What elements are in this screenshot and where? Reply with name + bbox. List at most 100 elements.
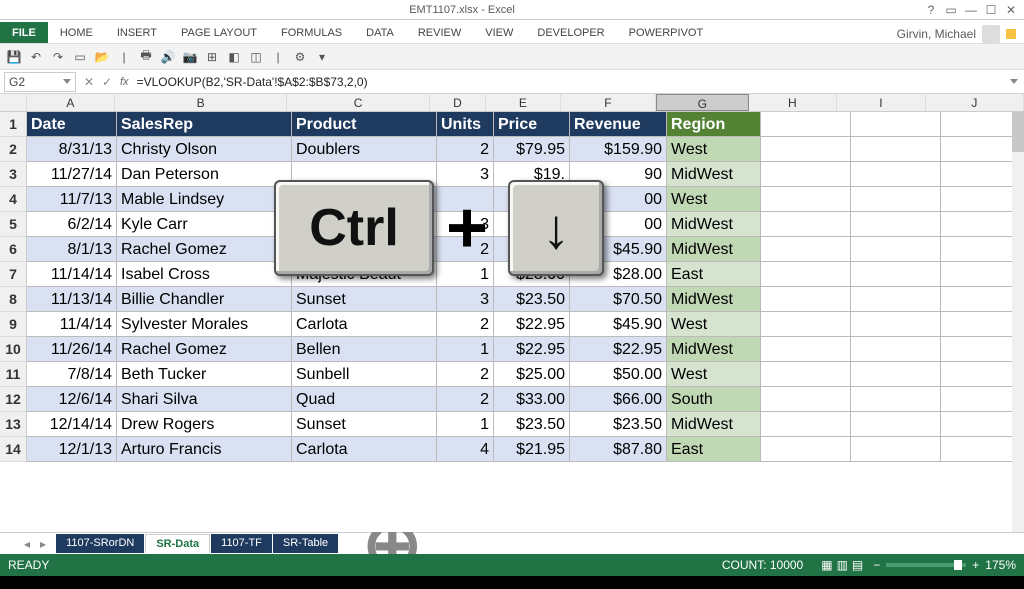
cancel-formula-icon[interactable]: ✕ bbox=[80, 75, 98, 89]
cell[interactable]: Sylvester Morales bbox=[117, 312, 292, 337]
tab-review[interactable]: REVIEW bbox=[406, 22, 473, 43]
cell[interactable]: 1 bbox=[437, 337, 494, 362]
cell[interactable]: 6/2/14 bbox=[27, 212, 117, 237]
cell[interactable]: $70.50 bbox=[570, 287, 667, 312]
cell[interactable]: 12/6/14 bbox=[27, 387, 117, 412]
cell[interactable]: $45.90 bbox=[570, 312, 667, 337]
tab-powerpivot[interactable]: POWERPIVOT bbox=[617, 22, 716, 43]
header-cell[interactable]: Region bbox=[667, 112, 761, 137]
tab-file[interactable]: FILE bbox=[0, 22, 48, 43]
cell[interactable]: West bbox=[667, 187, 761, 212]
formula-input[interactable]: =VLOOKUP(B2,'SR-Data'!$A$2:$B$73,2,0) bbox=[133, 73, 1010, 91]
save-icon[interactable]: 💾 bbox=[6, 49, 22, 65]
cell[interactable]: 8/31/13 bbox=[27, 137, 117, 162]
view-layout-icon[interactable]: ▥ bbox=[837, 558, 848, 572]
col-header-corner[interactable] bbox=[0, 94, 27, 111]
col-header-I[interactable]: I bbox=[837, 94, 926, 111]
vertical-scrollbar[interactable] bbox=[1012, 112, 1024, 532]
cell[interactable]: West bbox=[667, 362, 761, 387]
row-number[interactable]: 3 bbox=[0, 162, 26, 187]
cell[interactable]: Arturo Francis bbox=[117, 437, 292, 462]
tab-developer[interactable]: DEVELOPER bbox=[525, 22, 616, 43]
help-icon[interactable]: ? bbox=[924, 3, 938, 17]
cell[interactable]: 12/1/13 bbox=[27, 437, 117, 462]
speak-icon[interactable]: 🔊 bbox=[160, 49, 176, 65]
cell[interactable]: South bbox=[667, 387, 761, 412]
cell[interactable]: Rachel Gomez bbox=[117, 337, 292, 362]
cell[interactable]: East bbox=[667, 437, 761, 462]
cell[interactable]: MidWest bbox=[667, 162, 761, 187]
close-icon[interactable]: ✕ bbox=[1004, 3, 1018, 17]
tab-insert[interactable]: INSERT bbox=[105, 22, 169, 43]
cell[interactable]: MidWest bbox=[667, 212, 761, 237]
col-header-F[interactable]: F bbox=[561, 94, 656, 111]
row-number[interactable]: 12 bbox=[0, 387, 26, 412]
cell[interactable]: 3 bbox=[437, 287, 494, 312]
cell[interactable]: 11/7/13 bbox=[27, 187, 117, 212]
row-number[interactable]: 10 bbox=[0, 337, 26, 362]
cell[interactable]: Dan Peterson bbox=[117, 162, 292, 187]
cell[interactable]: Billie Chandler bbox=[117, 287, 292, 312]
new-icon[interactable]: ▭ bbox=[72, 49, 88, 65]
zoom-in-icon[interactable]: + bbox=[972, 558, 979, 572]
account-user[interactable]: Girvin, Michael bbox=[897, 25, 1024, 43]
more-icon[interactable]: ▾ bbox=[314, 49, 330, 65]
cell[interactable]: $23.50 bbox=[494, 412, 570, 437]
sheet-tab[interactable]: SR-Table bbox=[273, 534, 338, 553]
row-number[interactable]: 4 bbox=[0, 187, 26, 212]
cell[interactable]: MidWest bbox=[667, 237, 761, 262]
zoom-out-icon[interactable]: − bbox=[873, 558, 880, 572]
sheet-tab[interactable]: 1107-SRorDN bbox=[56, 534, 144, 553]
cell[interactable]: 11/27/14 bbox=[27, 162, 117, 187]
eval-formula-icon[interactable]: ⚙ bbox=[292, 49, 308, 65]
cell[interactable]: Sunset bbox=[292, 287, 437, 312]
row-number[interactable]: 2 bbox=[0, 137, 26, 162]
tab-view[interactable]: VIEW bbox=[473, 22, 525, 43]
cell[interactable]: 11/4/14 bbox=[27, 312, 117, 337]
chart-icon[interactable]: ◧ bbox=[226, 49, 242, 65]
zoom-control[interactable]: − + 175% bbox=[873, 558, 1016, 572]
col-header-E[interactable]: E bbox=[486, 94, 561, 111]
expand-formula-icon[interactable] bbox=[1010, 79, 1018, 84]
row-number[interactable]: 1 bbox=[0, 112, 26, 137]
open-icon[interactable]: 📂 bbox=[94, 49, 110, 65]
cell[interactable]: Carlota bbox=[292, 437, 437, 462]
name-box[interactable]: G2 bbox=[4, 72, 76, 92]
cell[interactable]: Isabel Cross bbox=[117, 262, 292, 287]
header-cell[interactable]: Revenue bbox=[570, 112, 667, 137]
camera-icon[interactable]: 📷 bbox=[182, 49, 198, 65]
row-number[interactable]: 9 bbox=[0, 312, 26, 337]
cell[interactable]: 8/1/13 bbox=[27, 237, 117, 262]
ribbon-opts-icon[interactable]: ▭ bbox=[944, 3, 958, 17]
cell[interactable]: MidWest bbox=[667, 287, 761, 312]
cell[interactable]: $66.00 bbox=[570, 387, 667, 412]
cell[interactable]: 2 bbox=[437, 137, 494, 162]
cell[interactable]: 11/14/14 bbox=[27, 262, 117, 287]
cell[interactable]: 2 bbox=[437, 362, 494, 387]
cell[interactable]: East bbox=[667, 262, 761, 287]
header-cell[interactable]: Units bbox=[437, 112, 494, 137]
cell[interactable]: $33.00 bbox=[494, 387, 570, 412]
redo-icon[interactable]: ↷ bbox=[50, 49, 66, 65]
row-number[interactable]: 5 bbox=[0, 212, 26, 237]
undo-icon[interactable]: ↶ bbox=[28, 49, 44, 65]
spreadsheet-grid[interactable]: ABCDEFGHIJ 1234567891011121314 DateSales… bbox=[0, 94, 1024, 532]
cell[interactable]: MidWest bbox=[667, 337, 761, 362]
cell[interactable]: $23.50 bbox=[494, 287, 570, 312]
cell[interactable]: $79.95 bbox=[494, 137, 570, 162]
row-number[interactable]: 14 bbox=[0, 437, 26, 462]
cell[interactable]: 11/26/14 bbox=[27, 337, 117, 362]
header-cell[interactable]: Product bbox=[292, 112, 437, 137]
sheet-tab[interactable]: 1107-TF bbox=[211, 534, 272, 553]
cell[interactable]: $87.80 bbox=[570, 437, 667, 462]
cell[interactable]: 2 bbox=[437, 387, 494, 412]
sheet-nav-prev-icon[interactable]: ◂ bbox=[24, 537, 30, 551]
header-cell[interactable]: SalesRep bbox=[117, 112, 292, 137]
row-number[interactable]: 6 bbox=[0, 237, 26, 262]
col-header-G[interactable]: G bbox=[656, 94, 748, 111]
col-header-C[interactable]: C bbox=[287, 94, 430, 111]
sheet-tab[interactable]: SR-Data bbox=[145, 534, 210, 553]
tab-formulas[interactable]: FORMULAS bbox=[269, 22, 354, 43]
cell[interactable]: Quad bbox=[292, 387, 437, 412]
row-number[interactable]: 7 bbox=[0, 262, 26, 287]
